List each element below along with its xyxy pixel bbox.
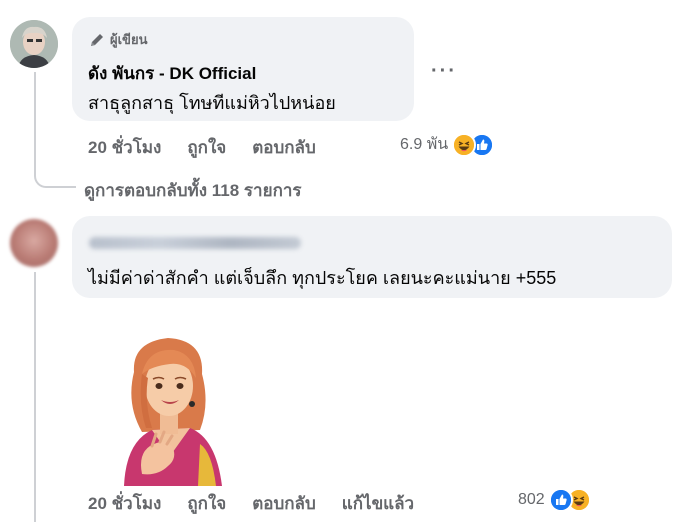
thread-line-1-curve [34, 174, 76, 188]
like-icon [548, 488, 573, 512]
reply-button[interactable]: ตอบกลับ [252, 134, 316, 161]
view-replies-link[interactable]: ดูการตอบกลับทั้ง 118 รายการ [84, 177, 302, 204]
author-badge-label: ผู้เขียน [110, 32, 148, 47]
character-sticker [112, 334, 244, 486]
reaction-count: 6.9 พัน [400, 136, 449, 153]
more-options-button[interactable]: ··· [431, 60, 457, 83]
comment-timestamp-2[interactable]: 20 ชั่วโมง [88, 490, 161, 517]
comment-text-2: ไม่มีค่าด่าสักคำ แต่เจ็บลึก ทุกประโยค เล… [88, 268, 557, 288]
thread-line-2 [34, 272, 36, 522]
author-avatar[interactable] [10, 20, 58, 68]
commenter-avatar[interactable] [10, 219, 58, 267]
like-button[interactable]: ถูกใจ [187, 134, 226, 161]
commenter-name-blurred[interactable] [89, 237, 301, 249]
reaction-count-2: 802 [518, 491, 545, 508]
comment-author-name[interactable]: ดัง พันกร - DK Official [88, 60, 256, 87]
reply-button-2[interactable]: ตอบกลับ [252, 490, 316, 517]
comment-actions: 20 ชั่วโมง ถูกใจ ตอบกลับ [88, 134, 342, 161]
reaction-summary-2[interactable]: 802 [518, 488, 591, 512]
haha-icon [452, 132, 477, 157]
author-badge: ผู้เขียน [89, 29, 147, 50]
comment-actions-2: 20 ชั่วโมง ถูกใจ ตอบกลับ แก้ไขแล้ว [88, 490, 440, 517]
like-button-2[interactable]: ถูกใจ [187, 490, 226, 517]
reaction-summary[interactable]: 6.9 พัน [400, 132, 495, 157]
comment-timestamp[interactable]: 20 ชั่วโมง [88, 134, 161, 161]
comment-text: สาธุลูกสาธุ โทษทีแม่หิวไปหน่อย [88, 93, 336, 113]
pencil-icon [89, 32, 105, 48]
edited-label[interactable]: แก้ไขแล้ว [342, 490, 414, 517]
thread-line-1 [34, 72, 36, 176]
